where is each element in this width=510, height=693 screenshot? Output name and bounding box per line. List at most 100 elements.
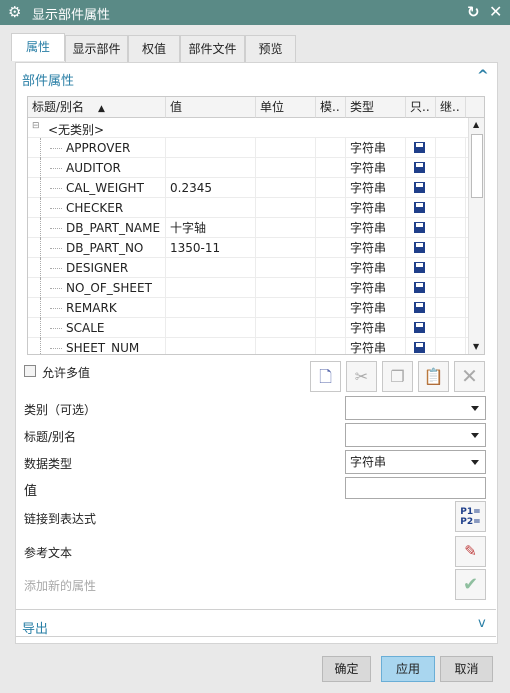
cell-value <box>166 138 256 158</box>
cell-value <box>166 258 256 278</box>
value-label: 值 <box>24 484 38 499</box>
new-icon[interactable]: 🗋 <box>310 361 341 392</box>
section-title-export[interactable]: 导出 <box>22 618 48 637</box>
table-row[interactable]: REMARK 字符串 <box>28 298 468 318</box>
tab-attributes[interactable]: 属性 <box>11 33 65 61</box>
save-icon <box>414 202 425 213</box>
column-header-title[interactable]: 标题/别名 ▲ <box>28 97 166 118</box>
scroll-down-icon[interactable]: ▼ <box>473 342 479 351</box>
scroll-thumb[interactable] <box>471 134 483 198</box>
cell-title: CHECKER <box>28 198 166 218</box>
cell-type: 字符串 <box>346 278 406 298</box>
value-input[interactable] <box>345 477 486 499</box>
cell-type: 字符串 <box>346 178 406 198</box>
save-icon <box>414 222 425 233</box>
edit-text-icon: ✎ <box>464 542 477 560</box>
cell-title: DESIGNER <box>28 258 166 278</box>
cell-title: SHEET_NUM <box>28 338 166 354</box>
tab-part-file[interactable]: 部件文件 <box>180 35 245 62</box>
table-row[interactable]: CHECKER 字符串 <box>28 198 468 218</box>
add-new-attribute-label: 添加新的属性 <box>24 579 97 593</box>
expression-icon: P1= P2= <box>460 507 481 527</box>
save-icon <box>414 162 425 173</box>
table-row[interactable]: CAL_WEIGHT 0.2345 字符串 <box>28 178 468 198</box>
delete-icon[interactable]: ✕ <box>454 361 485 392</box>
data-type-dropdown[interactable]: 字符串 <box>345 450 486 474</box>
cell-type: 字符串 <box>346 138 406 158</box>
column-header-unit[interactable]: 单位 <box>256 97 316 118</box>
cell-title: DB_PART_NAME <box>28 218 166 238</box>
tree-group-row[interactable]: ⊟ <无类别> <box>28 118 468 138</box>
table-row[interactable]: NO_OF_SHEET 字符串 <box>28 278 468 298</box>
close-icon[interactable]: ✕ <box>489 2 502 21</box>
sort-ascending-icon: ▲ <box>98 104 105 114</box>
cell-value: 1350-11 <box>166 238 256 258</box>
tab-displayed-part[interactable]: 显示部件 <box>65 35 128 62</box>
cell-value <box>166 318 256 338</box>
column-header-readonly[interactable]: 只.. <box>406 97 436 118</box>
cell-title: APPROVER <box>28 138 166 158</box>
collapse-icon[interactable]: ⊟ <box>32 121 40 131</box>
reference-text-button[interactable]: ✎ <box>455 536 486 567</box>
cut-icon[interactable]: ✂ <box>346 361 377 392</box>
chevron-up-icon[interactable]: ^ <box>477 68 489 84</box>
cell-type: 字符串 <box>346 258 406 278</box>
cell-title: DB_PART_NO <box>28 238 166 258</box>
table-row[interactable]: DESIGNER 字符串 <box>28 258 468 278</box>
title-dropdown[interactable] <box>345 423 486 447</box>
table-row[interactable]: SHEET_NUM 字符串 <box>28 338 468 354</box>
cancel-button[interactable]: 取消 <box>440 656 493 682</box>
save-icon <box>414 262 425 273</box>
table-scrollbar[interactable]: ▲ ▼ <box>468 118 484 354</box>
cell-value: 十字轴 <box>166 218 256 238</box>
tab-preview[interactable]: 预览 <box>245 35 296 62</box>
divider <box>16 609 496 610</box>
add-attribute-button[interactable]: ✔ <box>455 569 486 600</box>
column-header-inherit[interactable]: 继.. <box>436 97 466 118</box>
column-header-type[interactable]: 类型 <box>346 97 406 118</box>
paste-icon[interactable]: 📋 <box>418 361 449 392</box>
cell-value <box>166 338 256 354</box>
gear-icon[interactable]: ⚙ <box>8 3 21 21</box>
save-icon <box>414 142 425 153</box>
column-header-value[interactable]: 值 <box>166 97 256 118</box>
save-icon <box>414 302 425 313</box>
allow-multiple-label: 允许多值 <box>42 366 91 380</box>
table-row[interactable]: SCALE 字符串 <box>28 318 468 338</box>
allow-multiple-checkbox[interactable] <box>24 365 36 377</box>
table-row[interactable]: DB_PART_NO 1350-11 字符串 <box>28 238 468 258</box>
cell-type: 字符串 <box>346 298 406 318</box>
title-bar: ⚙ 显示部件属性 ↻ ✕ <box>0 0 510 25</box>
apply-button[interactable]: 应用 <box>381 656 435 682</box>
save-icon <box>414 342 425 353</box>
category-dropdown[interactable] <box>345 396 486 420</box>
save-icon <box>414 242 425 253</box>
table-row[interactable]: DB_PART_NAME 十字轴 字符串 <box>28 218 468 238</box>
ok-button[interactable]: 确定 <box>322 656 371 682</box>
reset-icon[interactable]: ↻ <box>467 3 480 21</box>
cell-type: 字符串 <box>346 318 406 338</box>
table-row[interactable]: AUDITOR 字符串 <box>28 158 468 178</box>
dropdown-arrow-icon <box>471 460 479 465</box>
cell-type: 字符串 <box>346 198 406 218</box>
cell-value <box>166 298 256 318</box>
cell-value <box>166 198 256 218</box>
dropdown-arrow-icon <box>471 406 479 411</box>
section-title-attributes[interactable]: 部件属性 <box>22 70 74 89</box>
chevron-down-icon[interactable]: v <box>478 616 486 631</box>
reference-text-label: 参考文本 <box>24 546 73 560</box>
checkmark-icon: ✔ <box>462 574 479 595</box>
tab-weight[interactable]: 权值 <box>128 35 180 62</box>
cell-title: CAL_WEIGHT <box>28 178 166 198</box>
column-header-mode[interactable]: 模.. <box>316 97 346 118</box>
category-label: 类别（可选） <box>24 403 97 417</box>
cell-value <box>166 158 256 178</box>
scroll-up-icon[interactable]: ▲ <box>473 120 479 129</box>
table-row[interactable]: APPROVER 字符串 <box>28 138 468 158</box>
link-expression-button[interactable]: P1= P2= <box>455 501 486 532</box>
dropdown-arrow-icon <box>471 433 479 438</box>
cell-title: NO_OF_SHEET <box>28 278 166 298</box>
save-icon <box>414 182 425 193</box>
divider <box>16 636 496 637</box>
copy-icon[interactable]: ❐ <box>382 361 413 392</box>
